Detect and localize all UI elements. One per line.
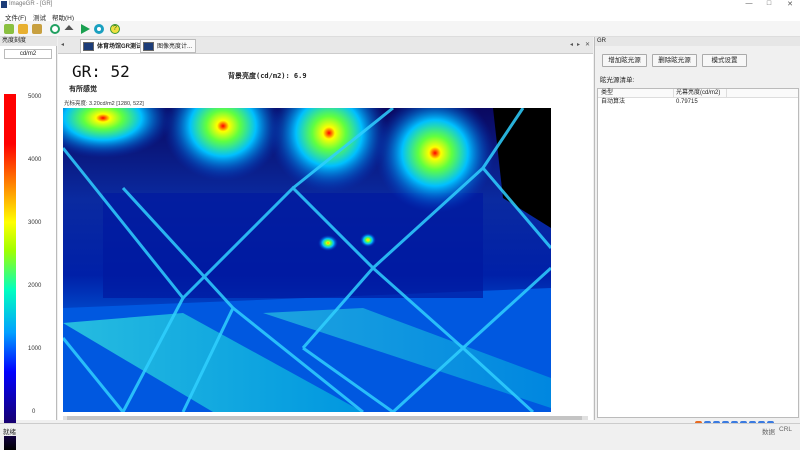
status-indicator: CRL	[779, 426, 793, 433]
eject-icon[interactable]	[64, 25, 74, 30]
gr-panel-title: GR	[595, 37, 800, 46]
maximize-button[interactable]: □	[762, 0, 776, 7]
tab-scroll-left-icon[interactable]: ◂	[61, 41, 64, 48]
scrollbar-thumb[interactable]	[67, 416, 582, 420]
toolbar: ?	[0, 21, 800, 37]
tab-close-icon[interactable]: ✕	[585, 41, 590, 48]
luminance-map	[63, 108, 551, 412]
scale-tick: 2000	[28, 283, 42, 289]
app-icon	[1, 1, 7, 8]
brightness-scale-panel: 亮度刻度 cd/m2 5000 4000 3000 2000 1000 0	[0, 37, 57, 450]
new-icon[interactable]	[4, 24, 14, 34]
menu-bar: 文件(F) 测试 帮助(H)	[0, 10, 800, 22]
scale-tick: 5000	[28, 94, 42, 100]
save-icon[interactable]	[32, 24, 42, 34]
row-veiling-luminance: 0.79715	[676, 99, 698, 105]
status-text: 就绪	[3, 429, 16, 436]
minimize-button[interactable]: —	[742, 0, 756, 7]
scale-tick: 1000	[28, 346, 42, 352]
column-header-type[interactable]: 类型	[601, 89, 613, 98]
tab-image-luminance[interactable]: 图像亮度计...	[140, 39, 197, 53]
scale-tick: 0	[32, 409, 36, 415]
record-icon[interactable]	[94, 24, 104, 34]
mode-settings-button[interactable]: 模式设置	[702, 54, 747, 67]
settings-icon[interactable]	[50, 24, 60, 34]
scale-unit: cd/m2	[4, 49, 52, 59]
scale-tick: 3000	[28, 220, 42, 226]
row-type: 自动算法	[601, 99, 626, 105]
tab-scroll-left-icon[interactable]: ◂	[570, 41, 573, 48]
status-indicator: 数据	[762, 429, 775, 436]
image-icon	[83, 42, 94, 51]
glare-perception: 有所感觉	[69, 86, 97, 93]
status-bar: 就绪 数据 CRL	[0, 423, 800, 436]
table-row[interactable]: 自动算法 0.79715	[598, 98, 798, 107]
gr-panel: GR 增加眩光源 删除眩光源 模式设置 眩光源清单: 类型 光幕亮度(cd/m2…	[594, 37, 800, 428]
add-glare-source-button[interactable]: 增加眩光源	[602, 54, 647, 67]
tab-stadium-gr-test[interactable]: 体育场馆GR测试	[80, 39, 147, 53]
false-color-luminance-image[interactable]	[63, 108, 551, 412]
open-icon[interactable]	[18, 24, 28, 34]
tab-scroll-right-icon[interactable]: ▸	[577, 41, 580, 48]
background-luminance: 背景亮度(cd/m2): 6.9	[228, 72, 307, 80]
close-button[interactable]: ✕	[783, 0, 797, 8]
color-scale-bar	[4, 94, 16, 450]
cursor-luminance: 光标亮度: 3.20cd/m2 [1280, 522]	[64, 101, 144, 107]
glare-source-list-label: 眩光源清单:	[600, 77, 635, 84]
tab-bar: ◂ 体育场馆GR测试 图像亮度计... ◂ ▸ ✕	[58, 37, 593, 54]
title-bar: ImageGR - [GR] — □ ✕	[0, 0, 800, 10]
scale-panel-title: 亮度刻度	[0, 37, 57, 46]
glare-source-table: 类型 光幕亮度(cd/m2) 自动算法 0.79715	[597, 88, 799, 418]
help-icon[interactable]: ?	[110, 24, 120, 34]
play-icon[interactable]	[81, 24, 90, 34]
scale-tick: 4000	[28, 157, 42, 163]
horizontal-scrollbar[interactable]	[63, 416, 588, 420]
image-icon	[143, 42, 154, 51]
table-header: 类型 光幕亮度(cd/m2)	[598, 89, 798, 98]
delete-glare-source-button[interactable]: 删除眩光源	[652, 54, 697, 67]
gr-value: GR: 52	[72, 62, 130, 81]
window-title: ImageGR - [GR]	[9, 1, 53, 7]
document-area: ◂ 体育场馆GR测试 图像亮度计... ◂ ▸ ✕ GR: 52 背景亮度(cd…	[58, 37, 593, 420]
column-header-veiling-luminance[interactable]: 光幕亮度(cd/m2)	[676, 89, 720, 98]
